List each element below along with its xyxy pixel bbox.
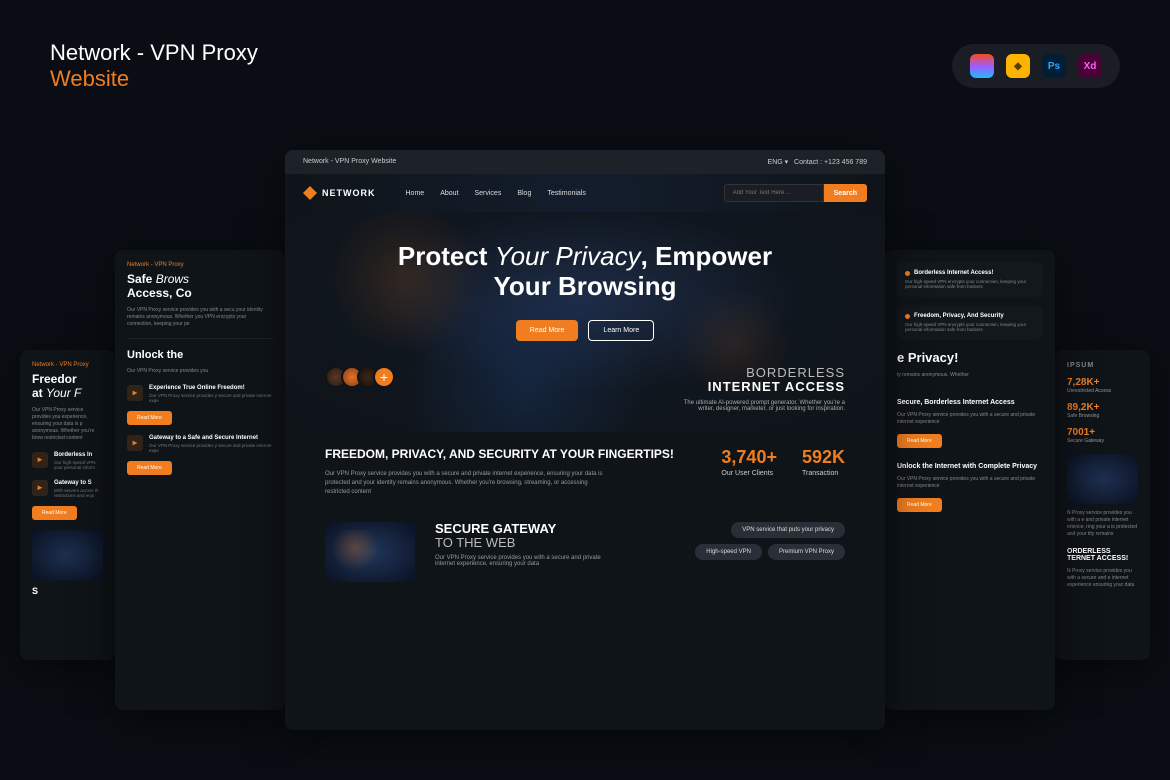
nav-blog[interactable]: Blog <box>517 190 531 197</box>
nav-testimonials[interactable]: Testimonials <box>547 190 586 197</box>
read-more-button[interactable]: Read More <box>897 434 942 448</box>
gateway-image <box>325 522 415 582</box>
gateway-block: SECURE GATEWAYTO THE WEB Our VPN Proxy s… <box>435 522 615 568</box>
page-title: Network - VPN ProxyWebsite <box>50 40 258 92</box>
nav-about[interactable]: About <box>440 190 458 197</box>
main-nav: Home About Services Blog Testimonials <box>406 190 586 197</box>
person-icon <box>32 480 48 496</box>
language-selector[interactable]: ENG ▾ <box>768 159 789 166</box>
add-avatar-button[interactable]: + <box>373 366 395 388</box>
search-input[interactable] <box>724 184 824 202</box>
feature-pill[interactable]: VPN service that puts your privacy <box>731 522 845 538</box>
stats: 3,740+Our User Clients 592KTransaction <box>721 447 845 477</box>
topbar: Network - VPN Proxy Website ENG ▾ Contac… <box>285 150 885 174</box>
preview-right: Borderless Internet Access!Our high-spee… <box>885 250 1055 710</box>
borderless-block: BORDERLESSINTERNET ACCESS The ultimate A… <box>675 366 845 413</box>
read-more-button[interactable]: Read More <box>32 506 77 520</box>
user-avatars: + <box>325 366 395 388</box>
wifi-icon <box>32 452 48 468</box>
hero-title: Protect Your Privacy, EmpowerYour Browsi… <box>325 242 845 302</box>
network-image <box>1067 454 1138 504</box>
preview-far-left: Network - VPN Proxy Freedorat Your F Our… <box>20 350 115 660</box>
search-button[interactable]: Search <box>824 184 867 202</box>
nav-home[interactable]: Home <box>406 190 425 197</box>
network-image <box>32 530 103 580</box>
feature-pill[interactable]: Premium VPN Proxy <box>768 544 845 560</box>
preview-far-right: IPSUM 7,28K+Unrestricted Access 89,2K+Sa… <box>1055 350 1150 660</box>
tool-badges: ◆ Ps Xd <box>952 44 1120 88</box>
logo[interactable]: NETWORK <box>303 186 376 200</box>
logo-icon <box>303 186 317 200</box>
signal-icon <box>127 385 143 401</box>
read-more-button[interactable]: Read More <box>127 411 172 425</box>
read-more-button[interactable]: Read More <box>516 320 579 341</box>
callout: Borderless Internet Access!Our high-spee… <box>897 262 1043 297</box>
xd-icon: Xd <box>1078 54 1102 78</box>
read-more-button[interactable]: Read More <box>127 461 172 475</box>
shield-icon <box>127 435 143 451</box>
preview-center: Network - VPN Proxy Website ENG ▾ Contac… <box>285 150 885 730</box>
preview-left: Network - VPN Proxy Safe BrowsAccess, Co… <box>115 250 285 710</box>
nav-services[interactable]: Services <box>474 190 501 197</box>
photoshop-icon: Ps <box>1042 54 1066 78</box>
learn-more-button[interactable]: Learn More <box>588 320 654 341</box>
read-more-button[interactable]: Read More <box>897 498 942 512</box>
figma-icon <box>970 54 994 78</box>
freedom-block: FREEDOM, PRIVACY, AND SECURITY AT YOUR F… <box>325 447 674 496</box>
sketch-icon: ◆ <box>1006 54 1030 78</box>
feature-pill[interactable]: High-speed VPN <box>695 544 762 560</box>
callout: Freedom, Privacy, And SecurityOur high-s… <box>897 305 1043 340</box>
